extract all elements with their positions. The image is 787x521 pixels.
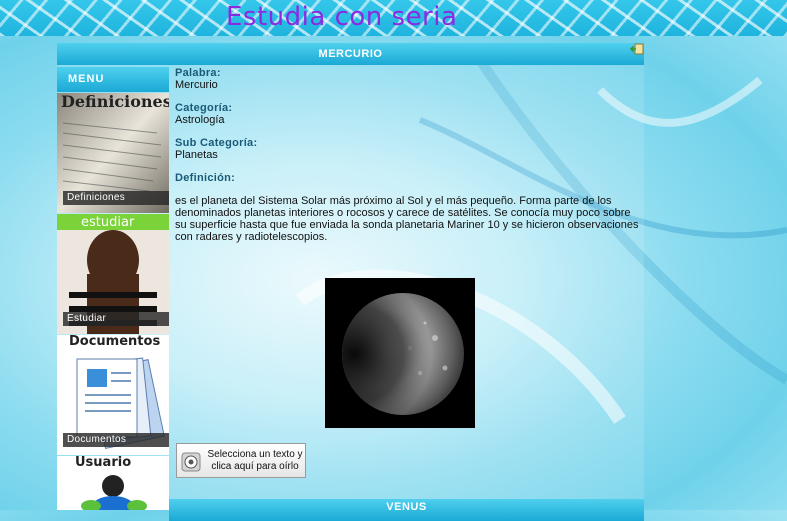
text-to-speech-button[interactable]: Selecciona un texto y clica aquí para oí… xyxy=(176,443,306,478)
word-value: Mercurio xyxy=(175,79,218,91)
image-title-text: Documentos xyxy=(69,335,160,349)
definition-text: es el planeta del Sistema Solar más próx… xyxy=(175,195,639,243)
menu-item-label: Documentos xyxy=(63,433,169,447)
menu-title: MENU xyxy=(68,73,105,85)
subcategory-value: Planetas xyxy=(175,149,218,161)
image-title-text: Usuario xyxy=(75,456,131,470)
site-header: Estudia con seria xyxy=(0,0,787,36)
next-entry-title-bar: VENUS xyxy=(169,499,644,521)
planet-image xyxy=(325,278,475,428)
mercury-image xyxy=(342,293,464,415)
subcategory-label: Sub Categoría: xyxy=(175,137,258,149)
definition-label: Definición: xyxy=(175,172,236,184)
menu-item-estudiar[interactable]: estudiar Estudiar xyxy=(57,214,169,334)
text-to-speech-label: Selecciona un texto y clica aquí para oí… xyxy=(207,449,303,472)
exit-icon[interactable] xyxy=(630,43,644,55)
category-value: Astrología xyxy=(175,114,225,126)
category-label: Categoría: xyxy=(175,102,233,114)
entry-title-bar: MERCURIO xyxy=(57,43,644,65)
subcategory-field: Sub Categoría: Planetas xyxy=(175,137,257,161)
user-image: Usuario xyxy=(57,456,169,510)
site-title: Estudia con seria xyxy=(226,2,458,32)
word-label: Palabra: xyxy=(175,67,221,79)
category-field: Categoría: Astrología xyxy=(175,102,232,126)
menu-item-documentos[interactable]: Documentos Documentos xyxy=(57,335,169,455)
image-title-text: Definiciones xyxy=(61,93,169,111)
menu-item-label: Estudiar xyxy=(63,312,169,326)
image-title-text: estudiar xyxy=(81,215,135,230)
menu-item-usuario[interactable]: Usuario xyxy=(57,456,169,510)
menu-header: MENU xyxy=(57,67,169,92)
menu-item-label: Definiciones xyxy=(63,191,169,205)
word-field: Palabra: Mercurio xyxy=(175,67,221,91)
definition-field: Definición: xyxy=(175,172,235,184)
speaker-icon xyxy=(181,452,201,472)
next-entry-title: VENUS xyxy=(386,501,427,513)
entry-title: MERCURIO xyxy=(318,48,383,60)
menu-item-definiciones[interactable]: Definiciones Definiciones xyxy=(57,93,169,213)
